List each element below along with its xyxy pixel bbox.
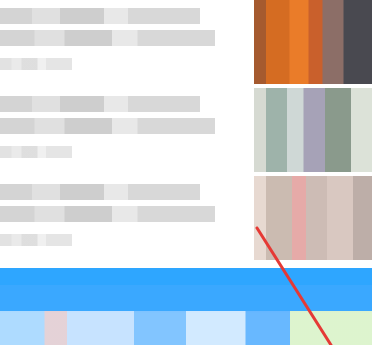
subtitle-line [0, 206, 215, 222]
subtitle-line [0, 30, 215, 46]
title-line [0, 96, 200, 112]
meta-line [0, 58, 72, 70]
image-thumbnail-icon[interactable] [254, 88, 372, 172]
item-text [0, 94, 240, 166]
list-item[interactable] [0, 88, 372, 172]
title-line [0, 8, 200, 24]
meta-line [0, 234, 72, 246]
image-thumbnail-icon[interactable] [254, 176, 372, 260]
meta-line [0, 146, 72, 158]
list-item[interactable] [0, 0, 372, 84]
banner-content [0, 311, 372, 345]
bottom-banner[interactable] [0, 268, 372, 345]
list-item[interactable] [0, 176, 372, 260]
image-thumbnail-icon[interactable] [254, 0, 372, 84]
title-line [0, 184, 200, 200]
item-text [0, 6, 240, 78]
item-text [0, 182, 240, 254]
feed-list [0, 0, 372, 264]
screen [0, 0, 372, 345]
subtitle-line [0, 118, 215, 134]
